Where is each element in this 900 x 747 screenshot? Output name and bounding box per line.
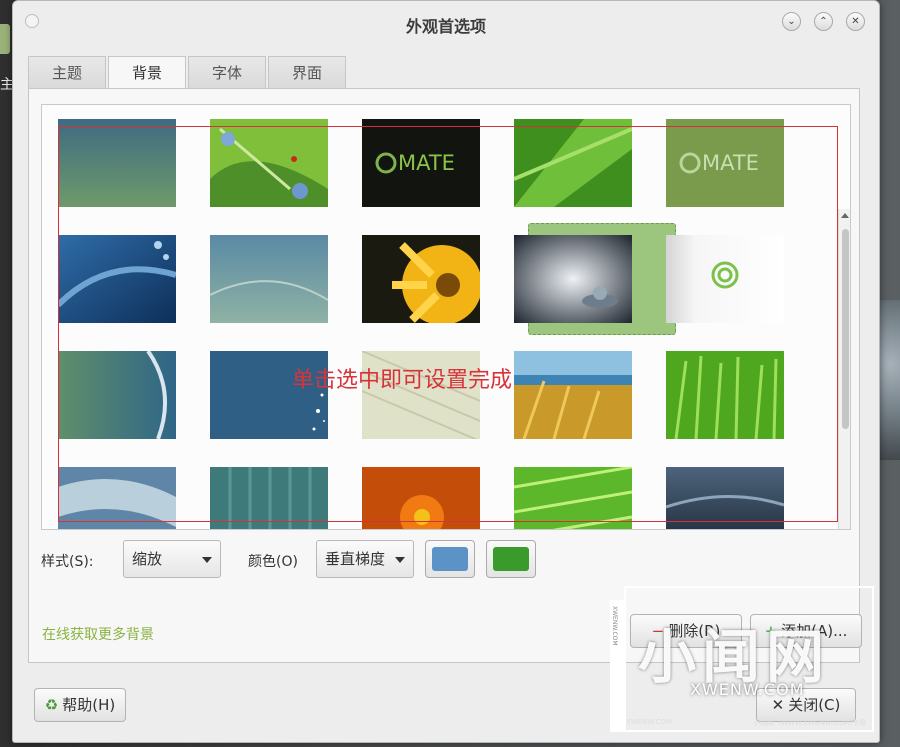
desktop-launcher-icon[interactable] <box>0 24 10 54</box>
secondary-color-button[interactable] <box>486 540 536 578</box>
annotation-red-frame <box>58 126 838 522</box>
tab-bar: 主题 背景 字体 界面 <box>28 56 348 89</box>
watermark-subtitle: XWENW.COM <box>690 680 805 699</box>
watermark-foot-right: 小闻网（WWW.XWENW.COM)专用 <box>752 719 866 727</box>
color-label: 颜色(O) <box>248 554 298 570</box>
chevron-down-icon <box>395 557 405 563</box>
style-label: 样式(S): <box>41 554 94 570</box>
window-title: 外观首选项 <box>405 17 486 36</box>
more-backgrounds-link[interactable]: 在线获取更多背景 <box>42 624 154 644</box>
maximize-button[interactable]: ⌃ <box>814 12 833 31</box>
background-options-row: 样式(S): 缩放 颜色(O) 垂直梯度 <box>41 540 851 580</box>
watermark-foot-left: XWENW.COM <box>626 718 673 726</box>
style-dropdown[interactable]: 缩放 <box>123 540 221 578</box>
tab-background[interactable]: 背景 <box>108 56 186 89</box>
help-label: 帮助(H) <box>62 696 116 714</box>
color-mode-value: 垂直梯度 <box>325 550 386 568</box>
help-icon: ♻ <box>44 696 59 714</box>
close-window-button[interactable]: ✕ <box>846 12 865 31</box>
site-watermark: XWENW.COM 小闻网 XWENW.COM XWENW.COM 小闻网（WW… <box>610 586 874 734</box>
tab-themes[interactable]: 主题 <box>28 56 106 88</box>
primary-color-swatch <box>432 547 468 571</box>
help-button[interactable]: ♻ 帮助(H) <box>34 688 126 722</box>
annotation-text: 单击选中即可设置完成 <box>292 368 513 393</box>
color-mode-dropdown[interactable]: 垂直梯度 <box>316 540 414 578</box>
chevron-down-icon <box>202 557 212 563</box>
desktop-wallpaper-edge <box>880 300 900 460</box>
watermark-side-strip: XWENW.COM <box>610 600 624 732</box>
minimize-button[interactable]: ⌄ <box>782 12 801 31</box>
primary-color-button[interactable] <box>425 540 475 578</box>
scroll-up-arrow-icon[interactable] <box>841 213 849 218</box>
tab-interface[interactable]: 界面 <box>268 56 346 88</box>
secondary-color-swatch <box>493 547 529 571</box>
style-value: 缩放 <box>132 550 163 568</box>
titlebar[interactable]: 外观首选项 ⌄ ⌃ ✕ <box>13 1 879 47</box>
scroll-thumb[interactable] <box>842 229 849 429</box>
tab-fonts[interactable]: 字体 <box>188 56 266 88</box>
gallery-scrollbar[interactable] <box>838 209 850 529</box>
watermark-side-text: XWENW.COM <box>611 606 618 646</box>
